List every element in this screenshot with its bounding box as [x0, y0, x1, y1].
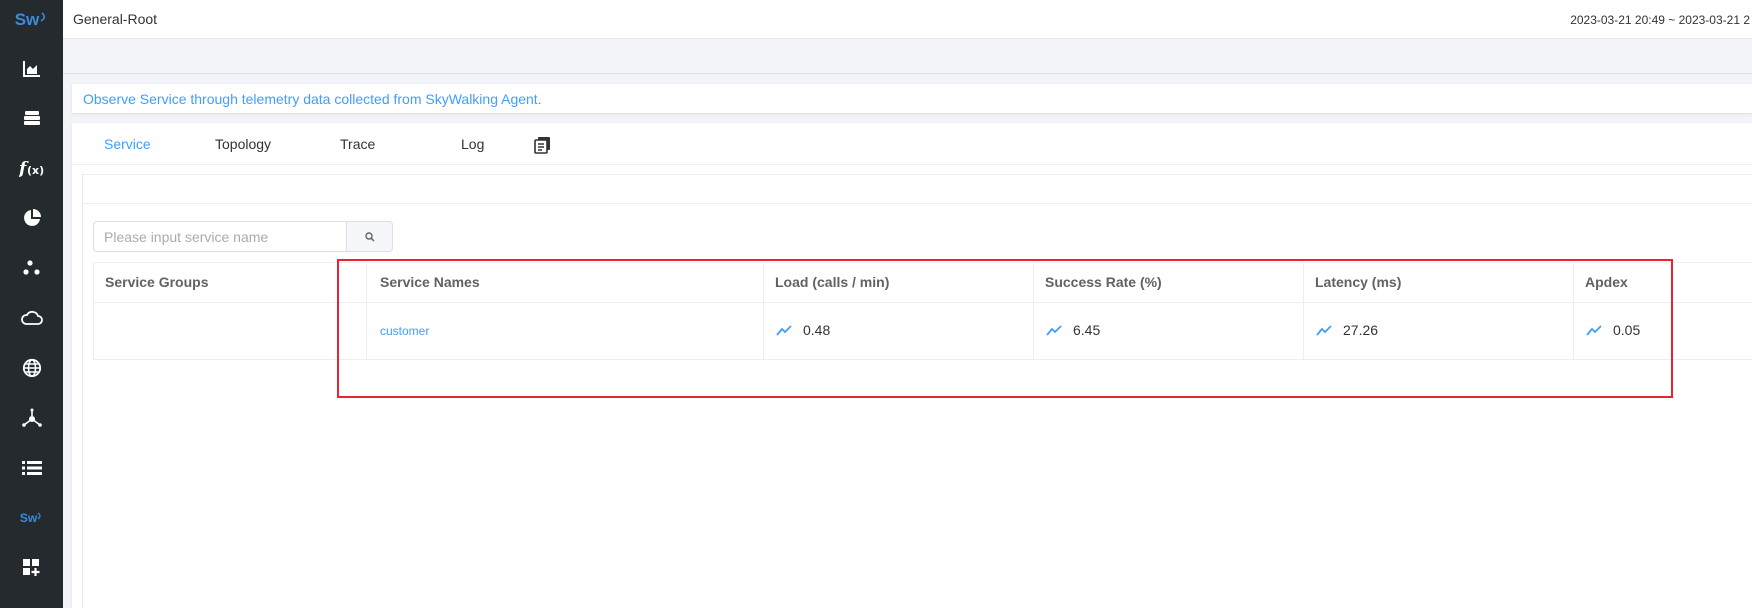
skywalking-icon: Sw	[19, 511, 38, 525]
svg-text:(x): (x)	[27, 164, 44, 177]
service-table: Service Groups Service Names Load (calls…	[93, 262, 1752, 360]
widget-header	[83, 174, 1752, 204]
marketplace-chart-icon	[22, 61, 40, 77]
cloud-icon	[20, 310, 43, 325]
database-icon	[23, 111, 40, 125]
trend-chart-icon[interactable]	[776, 323, 792, 337]
cell-service-group	[94, 303, 367, 360]
trend-chart-icon[interactable]	[1586, 323, 1602, 337]
tab-log[interactable]: Log	[461, 136, 484, 152]
page-title: General-Root	[73, 11, 158, 27]
column-header-service-groups: Service Groups	[94, 263, 367, 303]
cell-success-rate: 6.45	[1034, 303, 1304, 360]
column-header-apdex: Apdex	[1574, 263, 1752, 303]
function-icon: f (x)	[19, 159, 44, 178]
service-link[interactable]: customer	[380, 324, 429, 338]
tab-service[interactable]: Service	[104, 136, 151, 152]
sidebar-item-functions[interactable]: f (x)	[0, 148, 63, 188]
globe-icon	[22, 358, 41, 378]
search-input[interactable]	[93, 221, 346, 252]
tab-trace[interactable]: Trace	[340, 136, 375, 152]
tab-bar: Service Topology Trace Log	[72, 123, 1752, 165]
column-header-latency: Latency (ms)	[1304, 263, 1574, 303]
skywalking-logo[interactable]: Sw	[0, 0, 63, 40]
sidebar-item-cluster[interactable]	[0, 248, 63, 288]
column-header-load: Load (calls / min)	[764, 263, 1034, 303]
copy-document-icon[interactable]	[534, 136, 552, 154]
list-icon	[21, 461, 42, 475]
sidebar-item-cloud[interactable]	[0, 298, 63, 338]
sidebar-item-dashboard-add[interactable]	[0, 548, 63, 588]
pie-chart-icon	[23, 209, 41, 226]
sidebar-item-database[interactable]	[0, 98, 63, 138]
toolbar-strip	[63, 39, 1752, 74]
column-header-service-names: Service Names	[367, 263, 764, 303]
trend-chart-icon[interactable]	[1316, 323, 1332, 337]
tab-topology[interactable]: Topology	[215, 136, 271, 152]
search-icon	[364, 231, 375, 242]
dots-cluster-icon	[22, 260, 40, 275]
sidebar-item-pie[interactable]	[0, 198, 63, 238]
dashboard-add-icon	[22, 559, 39, 576]
cell-service-name: customer	[367, 303, 764, 360]
cell-apdex: 0.05	[1574, 303, 1752, 360]
sidebar-item-marketplace[interactable]	[0, 49, 63, 89]
tabs-panel: Service Topology Trace Log	[72, 123, 1752, 608]
cell-load: 0.48	[764, 303, 1034, 360]
cell-latency: 27.26	[1304, 303, 1574, 360]
service-search	[93, 221, 393, 252]
sidebar-item-globe[interactable]	[0, 348, 63, 388]
trend-chart-icon[interactable]	[1046, 323, 1062, 337]
dashboard-description: Observe Service through telemetry data c…	[72, 84, 1752, 113]
top-header: General-Root 2023-03-21 20:49 ~ 2023-03-…	[63, 0, 1752, 39]
network-icon	[21, 408, 42, 427]
sidebar-item-network[interactable]	[0, 398, 63, 438]
column-header-success-rate: Success Rate (%)	[1034, 263, 1304, 303]
time-range-picker[interactable]: 2023-03-21 20:49 ~ 2023-03-21 2	[1570, 13, 1750, 27]
sidebar-item-skywalking[interactable]: Sw	[0, 498, 63, 538]
search-button[interactable]	[346, 221, 393, 252]
sidebar-item-list[interactable]	[0, 448, 63, 488]
sidebar: Sw f (x) Sw	[0, 0, 63, 608]
